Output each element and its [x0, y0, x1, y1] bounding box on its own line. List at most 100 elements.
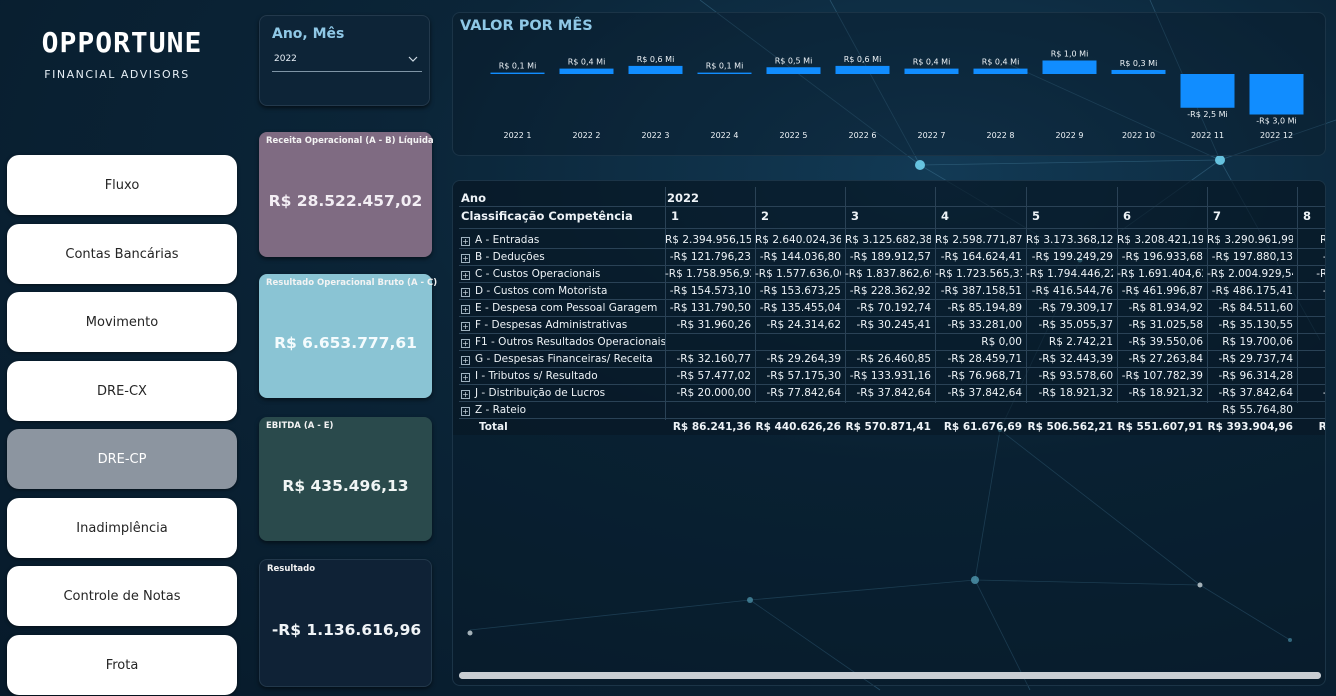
bar-data-label: -R$ 3,0 Mi [1256, 117, 1296, 126]
matrix-horizontal-scrollbar[interactable] [459, 672, 1321, 679]
bar-2[interactable] [559, 68, 614, 74]
plus-square-icon[interactable]: + [461, 373, 470, 382]
plus-square-icon[interactable]: + [461, 407, 470, 416]
plus-square-icon[interactable]: + [461, 339, 470, 348]
x-tick-label: 2022 6 [849, 131, 877, 140]
matrix-cell: -R [1297, 385, 1325, 402]
x-tick-label: 2022 11 [1191, 131, 1224, 140]
sidebar-nav: Fluxo Contas Bancárias Movimento DRE-CX … [0, 0, 244, 696]
matrix-column-header: 7 [1213, 209, 1222, 223]
matrix-cell: R$ 3.290.961,99 [1207, 234, 1293, 246]
plus-square-icon[interactable]: + [461, 305, 470, 314]
kpi-card-ebitda: EBITDA (A - E) R$ 435.496,13 [259, 417, 432, 541]
matrix-cell: -R$ 486.175,41 [1211, 285, 1293, 297]
matrix-row-label[interactable]: + I - Tributos s/ Resultado [459, 368, 665, 385]
bar-5[interactable] [766, 67, 821, 74]
bar-4[interactable] [697, 72, 752, 74]
bar-1[interactable] [490, 72, 545, 74]
matrix-row-label[interactable]: + F1 - Outros Resultados Operacionais [459, 334, 665, 351]
matrix-cell: -R$ 197.880,13 [1211, 251, 1293, 263]
matrix-cell: R$ [1297, 232, 1325, 249]
bar-3[interactable] [628, 65, 683, 74]
x-tick-label: 2022 8 [987, 131, 1015, 140]
nav-button-controle-de-notas[interactable]: Controle de Notas [7, 566, 237, 626]
matrix-cell: -R$ 70.192,74 [856, 302, 931, 314]
matrix-cell: - [1297, 368, 1325, 385]
matrix-cell: -R$ 196.933,68 [1121, 251, 1203, 263]
x-tick-label: 2022 9 [1056, 131, 1084, 140]
matrix-cell: -R$ 1.837.862,69 [845, 268, 931, 280]
plus-square-icon[interactable]: + [461, 390, 470, 399]
dre-matrix-panel: Ano 2022 Classificação Competência 1 2 3 4 5 6 7 8… [452, 180, 1326, 686]
kpi-title: Resultado [267, 564, 316, 574]
bar-6[interactable] [835, 65, 890, 74]
matrix-cell: -R$ 93.578,60 [1038, 370, 1113, 382]
plus-square-icon[interactable]: + [461, 356, 470, 365]
matrix-row-label[interactable]: + B - Deduções [459, 249, 665, 266]
matrix-cell: -R$ 2.004.929,54 [1207, 268, 1293, 280]
matrix-cell: -R$ 31.025,58 [1128, 319, 1203, 331]
kpi-title: Receita Operacional (A - B) Líquida [266, 136, 434, 146]
matrix-row-label[interactable]: + J - Distribuição de Lucros [459, 385, 665, 402]
nav-button-contas-bancarias[interactable]: Contas Bancárias [7, 224, 237, 284]
bar-9[interactable] [1042, 60, 1097, 75]
matrix-column-header: 2 [761, 209, 770, 223]
matrix-cell: -R$ 416.544,76 [1031, 285, 1113, 297]
matrix-cell: -R$ 37.842,64 [1218, 387, 1293, 399]
matrix-row-label[interactable]: + E - Despesa com Pessoal Garagem [459, 300, 665, 317]
matrix-cell: R$ 2.640.024,36 [755, 234, 841, 246]
plus-square-icon[interactable]: + [461, 322, 470, 331]
year-month-slicer: Ano, Mês 2022 [259, 15, 430, 106]
matrix-cell: -R$ 1.577.636,06 [755, 268, 841, 280]
matrix-cell: R$ 3.173.368,12 [1026, 234, 1113, 246]
row-label-text: G - Despesas Financeiras/ Receita [475, 353, 653, 365]
matrix-cell: R$ 2.598.771,87 [935, 234, 1022, 246]
row-label-text: I - Tributos s/ Resultado [475, 370, 598, 382]
matrix-cell: R$ 3.208.421,19 [1117, 234, 1203, 246]
plus-square-icon[interactable]: + [461, 288, 470, 297]
nav-button-fluxo[interactable]: Fluxo [7, 155, 237, 215]
matrix-header-year: 2022 [667, 191, 700, 205]
nav-button-movimento[interactable]: Movimento [7, 292, 237, 352]
bar-7[interactable] [904, 68, 959, 74]
matrix-cell: -R$ 135.455,04 [759, 302, 841, 314]
plus-square-icon[interactable]: + [461, 271, 470, 280]
nav-button-dre-cx[interactable]: DRE-CX [7, 361, 237, 421]
matrix-cell: -R$ 32.160,77 [676, 353, 751, 365]
bar-10[interactable] [1111, 69, 1166, 74]
matrix-column-header: 1 [671, 209, 680, 223]
matrix-column-header: 5 [1032, 209, 1041, 223]
matrix-cell [1117, 402, 1203, 419]
matrix-total-cell: R$ 506.562,21 [1027, 421, 1113, 433]
matrix-cell: R$ 0,00 [981, 336, 1022, 348]
matrix-row-label[interactable]: + G - Despesas Financeiras/ Receita [459, 351, 665, 368]
matrix-cell: -R$ 35.130,55 [1218, 319, 1293, 331]
row-label-text: C - Custos Operacionais [475, 268, 601, 280]
plus-square-icon[interactable]: + [461, 237, 470, 246]
matrix-cell: -R$ 144.036,80 [759, 251, 841, 263]
matrix-row-label[interactable]: + Z - Rateio [459, 402, 665, 419]
bar-data-label: R$ 0,1 Mi [499, 62, 537, 71]
matrix-cell: -R$ 26.460,85 [856, 353, 931, 365]
x-tick-label: 2022 12 [1260, 131, 1293, 140]
nav-button-dre-cp[interactable]: DRE-CP [7, 429, 237, 489]
nav-button-frota[interactable]: Frota [7, 635, 237, 695]
plus-square-icon[interactable]: + [461, 254, 470, 263]
bar-data-label: R$ 0,4 Mi [568, 58, 606, 67]
matrix-row-label[interactable]: + C - Custos Operacionais [459, 266, 665, 283]
matrix-row-label[interactable]: + F - Despesas Administrativas [459, 317, 665, 334]
chevron-down-icon [408, 56, 418, 62]
nav-button-inadimplencia[interactable]: Inadimplência [7, 498, 237, 558]
matrix-cell: -R [1297, 283, 1325, 300]
bar-8[interactable] [973, 68, 1028, 74]
matrix-cell: -R$ 189.912,57 [849, 251, 931, 263]
matrix-cell: -R$ 131.790,50 [669, 302, 751, 314]
matrix-cell: R$ 2.742,21 [1048, 336, 1113, 348]
matrix-row-label[interactable]: + D - Custos com Motorista [459, 283, 665, 300]
kpi-value: R$ 6.653.777,61 [274, 334, 417, 352]
bar-11[interactable] [1180, 74, 1235, 108]
bar-data-label: R$ 0,1 Mi [706, 62, 744, 71]
year-month-dropdown[interactable]: 2022 [272, 52, 422, 72]
matrix-row-label[interactable]: + A - Entradas [459, 232, 665, 249]
bar-12[interactable] [1249, 74, 1304, 115]
